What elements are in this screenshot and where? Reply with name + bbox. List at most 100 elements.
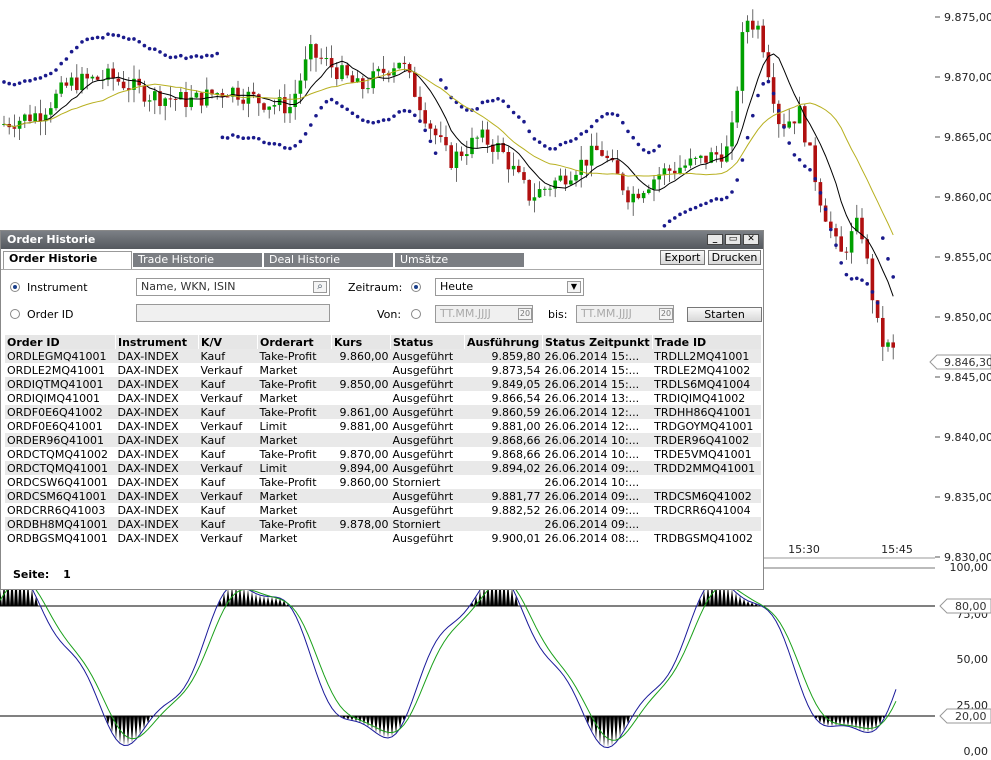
candle-body: [288, 107, 292, 114]
start-button[interactable]: Starten: [687, 307, 762, 322]
table-row[interactable]: ORDER96Q41001 DAX-INDEX Kauf Market Ausgefüh…: [5, 433, 762, 447]
table-row[interactable]: ORDIQTMQ41001 DAX-INDEX Kauf Take-Profit 9.8…: [5, 377, 762, 391]
dialog-titlebar[interactable]: Order Historie _ ▭ ✕: [1, 231, 763, 249]
tab-umsaetze[interactable]: Umsätze: [395, 253, 524, 267]
cell-status-zeitpunkt: 26.06.2014 09:...: [542, 489, 653, 503]
sar-dot: [236, 134, 240, 139]
candle-body: [173, 98, 178, 100]
candle-body: [673, 170, 677, 174]
table-row[interactable]: ORDCRR6Q41003 DAX-INDEX Kauf Market Ausgefüh…: [5, 503, 761, 517]
sar-dot: [413, 113, 417, 118]
table-row[interactable]: ORDCTQMQ41002 DAX-INDEX Kauf Take-Profit 9.8…: [5, 447, 761, 461]
sar-dot: [361, 118, 365, 123]
minimize-icon[interactable]: _: [707, 234, 723, 245]
col-kv[interactable]: K/V: [198, 335, 258, 349]
candle-body: [116, 78, 121, 82]
instrument-radio[interactable]: [10, 282, 20, 292]
table-row[interactable]: ORDBH8MQ41001 DAX-INDEX Kauf Take-Profit 9.8…: [5, 517, 762, 531]
table-row[interactable]: ORDCSM6Q41001 DAX-INDEX Verkauf Market Ausge…: [5, 489, 762, 503]
col-order-id[interactable]: Order ID: [5, 335, 116, 349]
candle-body: [485, 129, 490, 145]
col-status[interactable]: Status: [390, 335, 465, 349]
table-row[interactable]: ORDLEGMQ41001 DAX-INDEX Kauf Take-Profit 9.8…: [5, 349, 762, 363]
calendar-icon[interactable]: 20: [659, 308, 673, 320]
sar-dot: [283, 146, 287, 150]
sar-dot: [496, 96, 500, 101]
calendar-icon[interactable]: 20: [518, 308, 532, 320]
cell-kurs: [332, 363, 391, 377]
order-id-input[interactable]: [136, 304, 330, 322]
col-kurs[interactable]: Kurs: [331, 335, 391, 349]
cell-kurs: [332, 391, 391, 405]
candle-body: [621, 173, 625, 191]
col-ausfuehrung[interactable]: Ausführung: [464, 335, 543, 349]
sar-dot: [595, 118, 599, 123]
cell-instrument: DAX-INDEX: [115, 489, 199, 503]
sar-dot: [142, 43, 147, 48]
candle-body: [444, 137, 448, 146]
col-instrument[interactable]: Instrument: [115, 335, 199, 349]
von-radio[interactable]: [411, 309, 421, 319]
sar-dot: [111, 33, 115, 37]
cell-ausfuehrung: 9.860,59: [464, 405, 543, 419]
table-row[interactable]: ORDBGSMQ41001 DAX-INDEX Verkauf Market Ausge…: [5, 531, 761, 545]
sar-dot: [543, 144, 547, 148]
instrument-search-input[interactable]: Name, WKN, ISIN: [136, 278, 330, 296]
table-row[interactable]: ORDF0E6Q41001 DAX-INDEX Verkauf Limit 9.881,…: [5, 419, 761, 433]
cell-status-zeitpunkt: 26.06.2014 15:...: [542, 377, 653, 391]
cell-orderart: Market: [257, 489, 332, 503]
sar-dot: [392, 114, 396, 118]
sar-dot: [267, 141, 272, 146]
table-row[interactable]: ORDIQIMQ41001 DAX-INDEX Verkauf Market Ausge…: [5, 391, 761, 405]
sar-dot: [813, 177, 817, 181]
sar-dot: [69, 49, 74, 54]
close-icon[interactable]: ✕: [743, 234, 759, 245]
cell-kv: Kauf: [200, 447, 226, 461]
order-id-radio[interactable]: [10, 309, 20, 319]
sar-dot: [782, 125, 786, 129]
current-price-marker: 9.846,30: [929, 354, 991, 370]
cell-trade-id: TRDCRR6Q41004: [654, 503, 751, 517]
sar-dot: [480, 100, 485, 105]
tab-deal-historie[interactable]: Deal Historie: [264, 253, 393, 267]
col-orderart[interactable]: Orderart: [257, 335, 332, 349]
maximize-icon[interactable]: ▭: [725, 234, 741, 245]
sar-dot: [184, 56, 188, 61]
cell-instrument: DAX-INDEX: [115, 517, 199, 531]
order-history-dialog[interactable]: Order Historie _ ▭ ✕ Order Historie Trad…: [0, 230, 764, 590]
sar-dot: [163, 53, 167, 57]
col-status-zeitpunkt[interactable]: Status Zeitpunkt: [542, 335, 653, 349]
cell-status-zeitpunkt: 26.06.2014 10:...: [542, 433, 653, 447]
tab-order-historie[interactable]: Order Historie: [3, 251, 132, 269]
search-icon[interactable]: ⌕: [313, 281, 327, 293]
table-row[interactable]: ORDF0E6Q41002 DAX-INDEX Kauf Take-Profit 9.8…: [5, 405, 762, 419]
zeitraum-select[interactable]: Heute: [435, 278, 584, 296]
chevron-down-icon[interactable]: ▼: [567, 281, 581, 293]
candle-body: [579, 159, 583, 175]
export-button[interactable]: Export: [660, 250, 705, 265]
candle-body: [678, 167, 682, 174]
candle-body: [537, 189, 542, 198]
cell-kv: Verkauf: [200, 419, 243, 433]
sar-dot: [340, 104, 344, 109]
oscillator-tick-label: 50,00: [957, 653, 989, 666]
candle-body: [418, 96, 422, 111]
table-row[interactable]: ORDLE2MQ41001 DAX-INDEX Verkauf Market Ausge…: [5, 363, 761, 377]
sar-dot: [558, 142, 563, 147]
candle-body: [704, 155, 708, 163]
tab-trade-historie[interactable]: Trade Historie: [133, 253, 262, 267]
sar-dot: [127, 37, 131, 41]
table-row[interactable]: ORDCSW6Q41001 DAX-INDEX Kauf Take-Profit 9.8…: [5, 475, 761, 489]
print-button[interactable]: Drucken: [708, 250, 761, 265]
zeitraum-radio[interactable]: [411, 282, 421, 292]
col-trade-id[interactable]: Trade ID: [652, 335, 762, 349]
candle-body: [298, 80, 303, 94]
cell-orderart: Take-Profit: [257, 377, 332, 391]
cell-orderart: Take-Profit: [259, 475, 317, 489]
table-row[interactable]: ORDCTQMQ41001 DAX-INDEX Verkauf Limit 9.894,…: [5, 461, 762, 475]
sar-dot: [418, 119, 422, 123]
cell-kurs: 9.870,00: [339, 447, 389, 461]
price-tick-label: 9.875,00: [944, 11, 991, 24]
cell-ausfuehrung: 9.868,66: [491, 447, 541, 461]
candle-body: [574, 174, 578, 181]
